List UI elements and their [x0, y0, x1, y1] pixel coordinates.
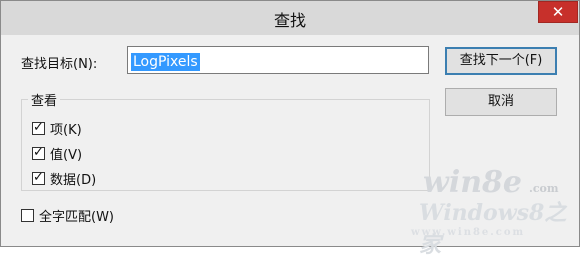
watermark-line: www.win8e.com	[411, 227, 526, 238]
checkbox-keys[interactable]: ✓ 项(K)	[32, 119, 82, 138]
find-input-value: LogPixels	[131, 53, 200, 71]
check-icon: ✓	[33, 144, 44, 160]
watermark: win8e .com Windows8之家 www.win8e.com	[411, 165, 580, 258]
find-input[interactable]: LogPixels	[127, 46, 429, 74]
watermark-line: win8e	[423, 165, 522, 200]
check-box[interactable]	[21, 208, 34, 222]
check-box[interactable]: ✓	[32, 119, 45, 135]
watermark-line: .com	[529, 182, 559, 195]
watermark-line: Windows8之家	[419, 200, 567, 258]
checkbox-label: 项(K)	[50, 122, 82, 138]
close-button[interactable]: ✕	[538, 1, 578, 23]
checkbox-label: 值(V)	[50, 147, 83, 163]
checkbox-label: 全字匹配(W)	[39, 209, 114, 225]
title-bar: 查找 ✕	[1, 1, 579, 35]
checkbox-values[interactable]: ✓ 值(V)	[32, 144, 83, 163]
check-icon: ✓	[33, 169, 44, 185]
checkbox-match-whole[interactable]: 全字匹配(W)	[21, 207, 114, 225]
find-label: 查找目标(N):	[21, 57, 98, 72]
checkbox-data[interactable]: ✓ 数据(D)	[32, 169, 97, 188]
cancel-button[interactable]: 取消	[445, 88, 557, 116]
look-at-title: 查看	[28, 90, 61, 109]
checkbox-label: 数据(D)	[50, 172, 97, 188]
check-icon: ✓	[33, 119, 44, 135]
check-box[interactable]: ✓	[32, 169, 45, 185]
find-dialog: 查找 ✕ 查找目标(N): LogPixels 查找下一个(F) 取消 查看 ✓…	[0, 0, 580, 258]
dialog-title: 查找	[273, 11, 306, 30]
check-box[interactable]: ✓	[32, 144, 45, 160]
find-next-button[interactable]: 查找下一个(F)	[445, 47, 557, 75]
close-icon: ✕	[551, 3, 565, 21]
